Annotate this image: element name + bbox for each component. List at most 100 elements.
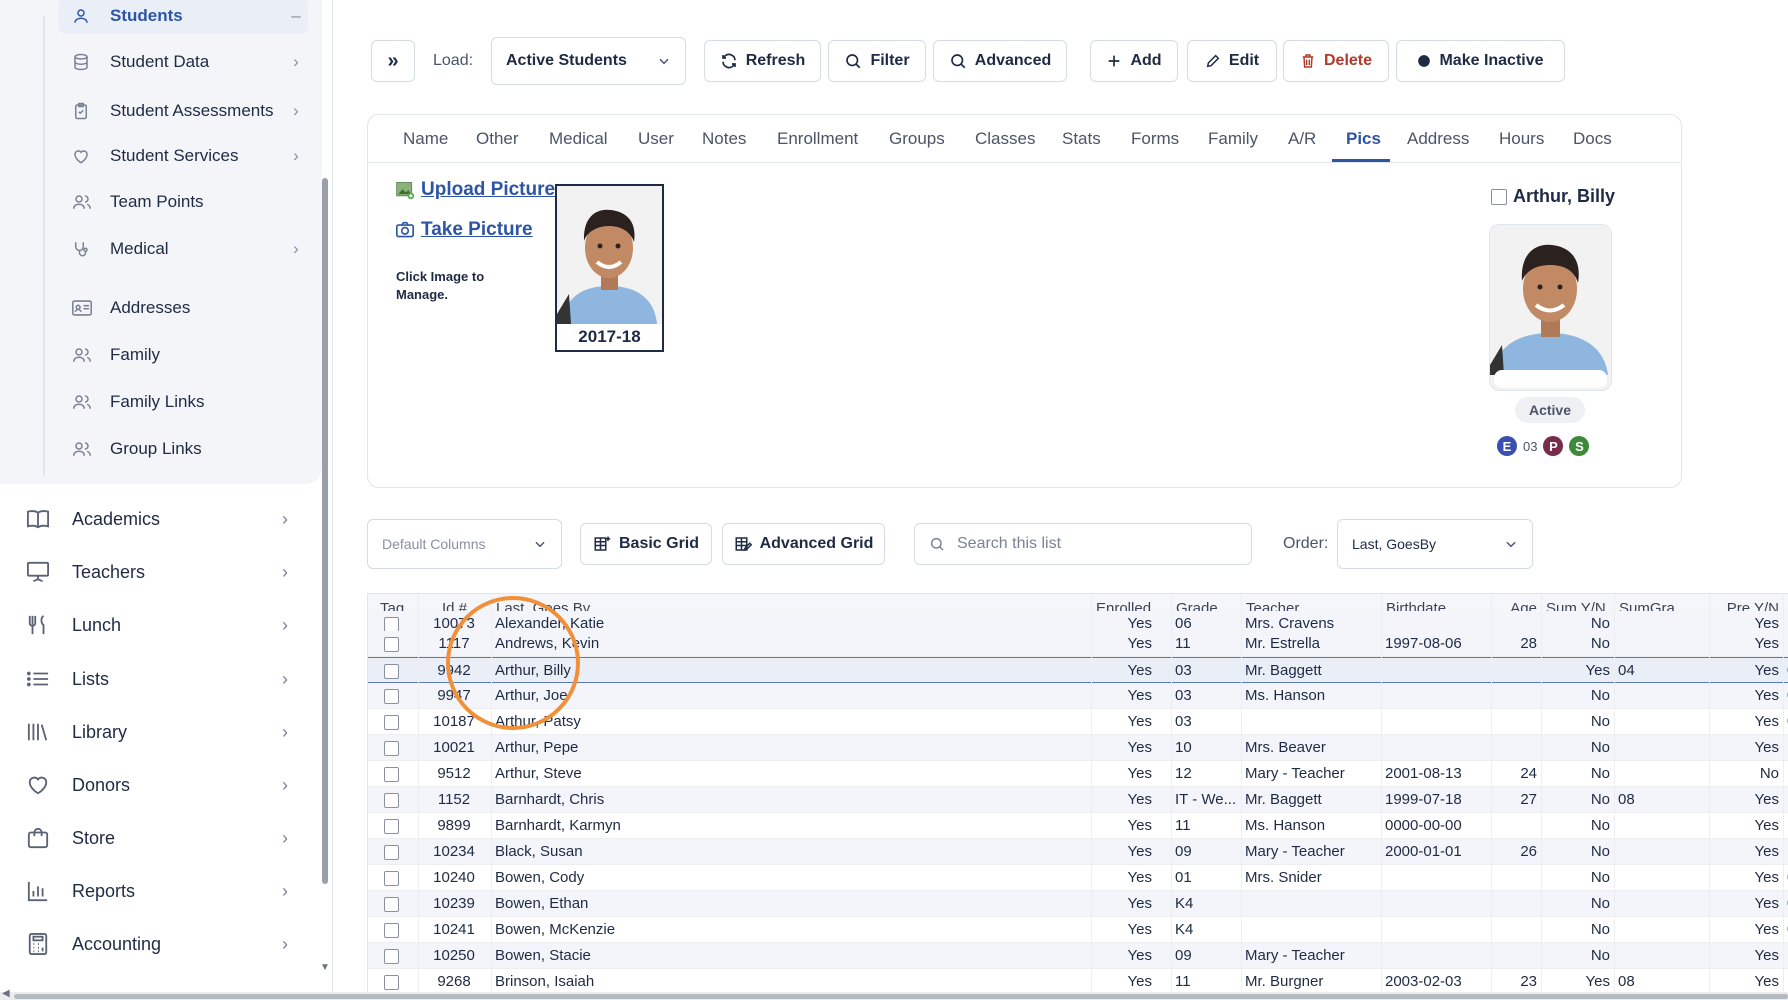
tab-name[interactable]: Name (403, 129, 448, 149)
scroll-down-arrow[interactable]: ▼ (320, 962, 330, 973)
upload-picture-link[interactable]: Upload Picture (395, 179, 555, 201)
sidebar-item-accounting[interactable]: Accounting › (22, 924, 300, 964)
sidebar-item-family[interactable]: Family (58, 341, 308, 369)
table-row[interactable]: 10187Arthur, PatsyYes03NoYes0 (368, 709, 1788, 735)
tab-user[interactable]: User (638, 129, 674, 149)
row-tag-checkbox[interactable] (384, 897, 399, 912)
row-tag-checkbox[interactable] (384, 617, 399, 632)
table-row[interactable]: 1152 Barnhardt, Chris Yes IT - We... Mr. Bag… (368, 787, 1788, 813)
student-photo-thumbnail[interactable]: 2017-18 (555, 184, 664, 352)
sidebar-item-students[interactable]: Students – (58, 0, 308, 34)
order-select[interactable]: Last, GoesBy (1337, 519, 1533, 569)
sidebar-item-medical[interactable]: Medical › (58, 235, 308, 263)
delete-button[interactable]: Delete (1283, 40, 1389, 82)
sidebar-item-lists[interactable]: Lists › (22, 659, 300, 699)
cell-enrolled: Yes (1127, 843, 1152, 860)
table-row[interactable]: 9947Arthur, JoeYes03Ms. HansonNoYes0 (368, 683, 1788, 709)
tab-enrollment[interactable]: Enrollment (777, 129, 858, 149)
tab-stats[interactable]: Stats (1062, 129, 1101, 149)
sidebar-scrollbar[interactable] (322, 178, 328, 884)
row-tag-checkbox[interactable] (384, 975, 399, 990)
tab-pics[interactable]: Pics (1346, 129, 1381, 149)
row-tag-checkbox[interactable] (384, 923, 399, 938)
sidebar-item-group-links[interactable]: Group Links (58, 435, 308, 463)
student-select-checkbox[interactable] (1491, 188, 1507, 205)
row-tag-checkbox[interactable] (384, 949, 399, 964)
expand-sidebar-button[interactable]: » (371, 40, 415, 82)
tab-medical[interactable]: Medical (549, 129, 608, 149)
refresh-button[interactable]: Refresh (704, 40, 821, 82)
tab-family[interactable]: Family (1208, 129, 1258, 149)
table-row[interactable]: 9899 Barnhardt, Karmyn Yes 11 Ms. Hanson 0000… (368, 813, 1788, 839)
load-select[interactable]: Active Students (491, 37, 686, 85)
sidebar-item-store[interactable]: Store › (22, 818, 300, 858)
table-row[interactable]: 9268 Brinson, Isaiah Yes 11 Mr. Burgner 2003-… (368, 969, 1788, 993)
cell-name: Arthur, Pepe (495, 739, 579, 756)
sidebar-item-teachers[interactable]: Teachers › (22, 552, 300, 592)
sidebar-item-student-data[interactable]: Student Data › (58, 48, 308, 76)
sidebar-item-family-links[interactable]: Family Links (58, 388, 308, 416)
sidebar-item-team-points[interactable]: Team Points (58, 188, 308, 216)
table-row[interactable]: 10239Bowen, EthanYesK4NoYes0 (368, 891, 1788, 917)
edit-button[interactable]: Edit (1187, 40, 1277, 82)
horizontal-scrollbar-thumb[interactable] (14, 994, 1788, 999)
collapse-toggle[interactable]: – (284, 6, 308, 26)
tab-address[interactable]: Address (1407, 129, 1469, 149)
table-row[interactable]: 10234 Black, Susan Yes 09 Mary - Teacher 2000… (368, 839, 1788, 865)
table-row[interactable]: 10240Bowen, CodyYes01Mrs. SniderNoYes0 (368, 865, 1788, 891)
row-tag-checkbox[interactable] (384, 793, 399, 808)
cell-sum: No (1590, 817, 1610, 834)
student-profile-photo[interactable] (1489, 224, 1612, 391)
sidebar-item-student-assessments[interactable]: Student Assessments › (58, 84, 308, 138)
tab-docs[interactable]: Docs (1573, 129, 1612, 149)
sidebar-item-academics[interactable]: Academics › (22, 499, 300, 539)
filter-button[interactable]: Filter (828, 40, 926, 82)
row-tag-checkbox[interactable] (384, 819, 399, 834)
take-picture-link[interactable]: Take Picture (395, 219, 533, 241)
sidebar-item-student-services[interactable]: Student Services › (58, 142, 308, 170)
row-tag-checkbox[interactable] (384, 715, 399, 730)
make-inactive-button[interactable]: Make Inactive (1396, 40, 1565, 82)
basic-grid-button[interactable]: Basic Grid (580, 523, 712, 565)
chevron-right-icon: › (282, 561, 288, 582)
table-row[interactable]: 10241Bowen, McKenzieYesK4NoYes0 (368, 917, 1788, 943)
tab-forms[interactable]: Forms (1131, 129, 1179, 149)
scroll-left-arrow[interactable]: ◀ (2, 988, 10, 999)
chevron-right-icon: › (282, 774, 288, 795)
search-input[interactable] (955, 534, 1219, 554)
row-tag-checkbox[interactable] (384, 689, 399, 704)
sidebar-item-addresses[interactable]: Addresses (58, 294, 308, 322)
table-row[interactable]: 1117 Andrews, Kevin Yes 11 Mr. Estrella 1997-… (368, 631, 1788, 657)
tab-classes[interactable]: Classes (975, 129, 1035, 149)
row-tag-checkbox[interactable] (384, 871, 399, 886)
tab-other[interactable]: Other (476, 129, 519, 149)
add-button[interactable]: Add (1090, 40, 1178, 82)
columns-select[interactable]: Default Columns (367, 519, 562, 569)
row-tag-checkbox[interactable] (384, 741, 399, 756)
row-tag-checkbox[interactable] (384, 767, 399, 782)
sidebar-item-donors[interactable]: Donors › (22, 765, 300, 805)
table-row[interactable]: 10250 Bowen, Stacie Yes 09 Mary - Teacher No Y… (368, 943, 1788, 969)
tab-hours[interactable]: Hours (1499, 129, 1544, 149)
sidebar-item-lunch[interactable]: Lunch › (22, 605, 300, 645)
tab-groups[interactable]: Groups (889, 129, 945, 149)
cell-sumgr (1614, 865, 1694, 890)
advanced-grid-button[interactable]: Advanced Grid (722, 523, 885, 565)
search-icon (949, 52, 967, 70)
row-tag-checkbox[interactable] (384, 845, 399, 860)
student-name-header[interactable]: Arthur, Billy (1491, 186, 1615, 207)
cell-age (1491, 735, 1541, 760)
row-tag-checkbox[interactable] (384, 664, 399, 679)
chevron-right-icon: › (293, 146, 299, 165)
search-list-field[interactable] (914, 523, 1252, 565)
sidebar-item-library[interactable]: Library › (22, 712, 300, 752)
advanced-button[interactable]: Advanced (933, 40, 1067, 82)
tab-ar[interactable]: A/R (1288, 129, 1316, 149)
cell-sum: No (1590, 713, 1610, 730)
table-row[interactable]: 10021Arthur, PepeYes10Mrs. BeaverNoYes1 (368, 735, 1788, 761)
tab-notes[interactable]: Notes (702, 129, 746, 149)
sidebar-item-reports[interactable]: Reports › (22, 871, 300, 911)
row-tag-checkbox[interactable] (384, 637, 399, 652)
table-row[interactable]: 9942 Arthur, Billy Yes 03 Mr. Baggett Yes 04 Ye… (368, 657, 1788, 683)
table-row[interactable]: 9512 Arthur, Steve Yes 12 Mary - Teacher 2001… (368, 761, 1788, 787)
